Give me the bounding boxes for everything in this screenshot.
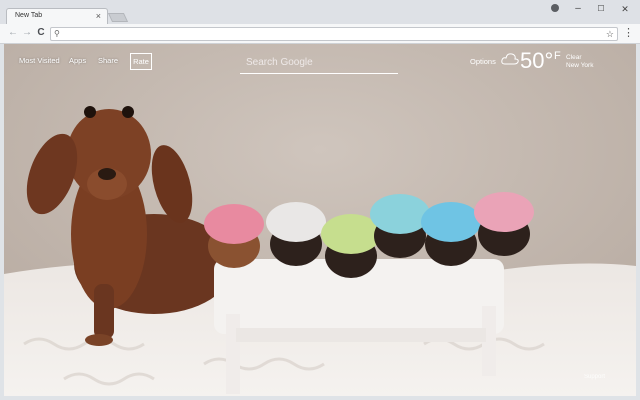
temperature: 50° bbox=[520, 48, 554, 73]
close-icon[interactable]: ✕ bbox=[617, 2, 633, 16]
support-link[interactable]: Support bbox=[584, 374, 605, 380]
new-tab-button[interactable] bbox=[107, 13, 129, 22]
bookmark-star-icon[interactable]: ☆ bbox=[606, 28, 614, 40]
profile-icon[interactable] bbox=[551, 4, 559, 12]
reload-icon[interactable]: C bbox=[34, 26, 48, 40]
menu-icon[interactable]: ⋮ bbox=[623, 26, 634, 40]
puppy-hat bbox=[421, 202, 481, 242]
temperature-unit: F bbox=[554, 50, 561, 62]
options-link[interactable]: Options bbox=[470, 57, 496, 66]
most-visited-link[interactable]: Most Visited bbox=[19, 56, 60, 65]
new-tab-page: Most Visited Apps Share Rate Search Goog… bbox=[4, 44, 636, 396]
puppy-hat bbox=[474, 192, 534, 232]
forward-icon[interactable]: → bbox=[20, 26, 34, 40]
puppy-hat bbox=[204, 204, 264, 244]
cloud-icon bbox=[501, 53, 519, 65]
back-icon[interactable]: ← bbox=[6, 26, 20, 40]
weather-condition: Clear bbox=[566, 54, 582, 61]
search-box[interactable]: Search Google bbox=[240, 57, 398, 74]
search-placeholder: Search Google bbox=[246, 57, 313, 68]
address-bar[interactable]: ⚲ ☆ bbox=[50, 27, 618, 41]
weather-location: New York bbox=[566, 62, 594, 69]
puppy-hat bbox=[266, 202, 326, 242]
search-icon: ⚲ bbox=[54, 29, 60, 38]
tab-close-icon[interactable]: × bbox=[96, 10, 101, 22]
background-photo bbox=[4, 44, 636, 396]
puppy-hat bbox=[370, 194, 430, 234]
title-bar: New Tab × – ☐ ✕ bbox=[0, 0, 640, 24]
tab-new-tab[interactable]: New Tab × bbox=[6, 8, 108, 24]
minimize-icon[interactable]: – bbox=[570, 2, 586, 16]
maximize-icon[interactable]: ☐ bbox=[593, 2, 609, 16]
tab-title: New Tab bbox=[15, 12, 43, 19]
rate-button[interactable]: Rate bbox=[130, 53, 152, 70]
browser-toolbar: ← → C ⚲ ☆ ⋮ bbox=[0, 24, 640, 44]
share-link[interactable]: Share bbox=[98, 56, 118, 65]
apps-link[interactable]: Apps bbox=[69, 56, 86, 65]
